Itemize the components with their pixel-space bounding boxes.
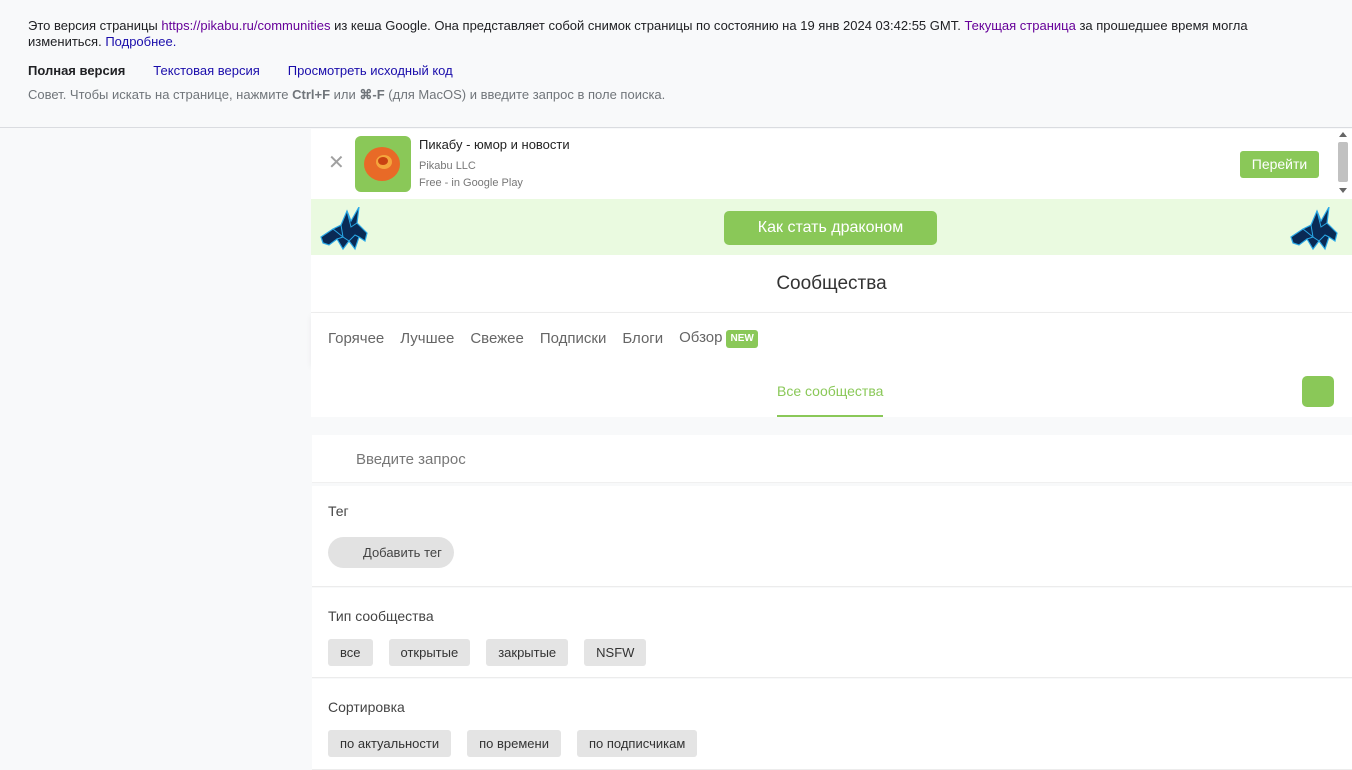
tip-or: или [330, 87, 360, 102]
tab-all-communities[interactable]: Все сообщества [777, 383, 883, 399]
scroll-thumb[interactable] [1338, 142, 1348, 182]
dragon-promo-strip: Как стать драконом [311, 199, 1352, 255]
community-type-label: Тип сообщества [328, 608, 434, 624]
close-icon[interactable]: ✕ [328, 151, 345, 175]
tip-prefix: Совет. Чтобы искать на странице, нажмите [28, 87, 293, 102]
sort-option-relevance[interactable]: по актуальности [328, 730, 452, 757]
app-store-info: Free - in Google Play [419, 177, 523, 189]
active-tab-underline [777, 415, 883, 417]
sort-option-subscribers[interactable]: по подписчикам [576, 730, 698, 757]
community-subtabs: Все сообщества [311, 364, 1352, 417]
type-option-nsfw[interactable]: NSFW [584, 639, 647, 666]
tip-suffix: (для MacOS) и введите запрос в поле поис… [384, 87, 666, 102]
nav-item-fresh[interactable]: Свежее [470, 330, 524, 347]
search-bar [312, 435, 1352, 483]
app-publisher: Pikabu LLC [419, 160, 476, 172]
tip-key-ctrl-f: Ctrl+F [292, 87, 331, 102]
nav-item-best[interactable]: Лучшее [400, 330, 454, 347]
page-title: Сообщества [776, 273, 887, 294]
sort-options: по актуальности по времени по подписчика… [328, 730, 698, 757]
cache-banner: Это версия страницы https://pikabu.ru/co… [0, 0, 1352, 128]
text-version-link[interactable]: Текстовая версия [153, 63, 259, 79]
dragon-icon [1290, 207, 1338, 251]
open-app-button[interactable]: Перейти [1240, 151, 1319, 178]
banner-scrollbar[interactable] [1334, 129, 1352, 199]
app-install-banner: ✕ Пикабу - юмор и новости Pikabu LLC Fre… [311, 129, 1352, 199]
type-option-closed[interactable]: закрытые [486, 639, 569, 666]
tag-label: Тег [328, 503, 349, 519]
scroll-down-icon[interactable] [1339, 188, 1347, 193]
community-type-options: все открытые закрытые NSFW [328, 639, 647, 666]
search-tip: Совет. Чтобы искать на странице, нажмите… [28, 87, 1324, 103]
main-content: ✕ Пикабу - юмор и новости Pikabu LLC Fre… [311, 129, 1352, 770]
full-version-label: Полная версия [28, 63, 126, 78]
nav-item-subscriptions[interactable]: Подписки [540, 330, 607, 347]
cache-notice: Это версия страницы https://pikabu.ru/co… [28, 18, 1268, 50]
version-switcher: Полная версия Текстовая версия Просмотре… [28, 63, 1324, 79]
pikabu-app-icon [355, 136, 411, 192]
type-option-open[interactable]: открытые [388, 639, 471, 666]
community-type-section: Тип сообщества все открытые закрытые NSF… [312, 588, 1352, 678]
view-source-link[interactable]: Просмотреть исходный код [288, 63, 453, 79]
current-page-link[interactable]: Текущая страница [964, 18, 1075, 33]
sort-label: Сортировка [328, 699, 405, 715]
nav-item-blogs[interactable]: Блоги [622, 330, 663, 347]
cached-url-link[interactable]: https://pikabu.ru/communities [161, 18, 330, 33]
sort-option-time[interactable]: по времени [467, 730, 561, 757]
search-input[interactable] [356, 449, 956, 469]
sort-section: Сортировка по актуальности по времени по… [312, 679, 1352, 770]
cache-notice-mid: из кеша Google. Она представляет собой с… [330, 18, 965, 33]
add-tag-button[interactable]: Добавить тег [328, 537, 454, 568]
new-badge: NEW [726, 329, 758, 348]
page-header: Сообщества [311, 255, 1352, 313]
nav-item-overview[interactable]: Обзор NEW [679, 329, 758, 348]
dragon-icon [320, 207, 368, 251]
nav-item-overview-label: Обзор [679, 329, 723, 347]
more-info-link[interactable]: Подробнее. [105, 34, 176, 49]
tip-key-cmd-f: ⌘-F [359, 87, 385, 102]
tag-filter-section: Тег Добавить тег [312, 486, 1352, 587]
nav-item-hot[interactable]: Горячее [328, 330, 384, 347]
app-title: Пикабу - юмор и новости [419, 137, 570, 152]
cache-notice-prefix: Это версия страницы [28, 18, 162, 33]
become-dragon-button[interactable]: Как стать драконом [724, 211, 937, 245]
type-option-all[interactable]: все [328, 639, 373, 666]
create-community-button[interactable] [1302, 376, 1334, 407]
main-nav: Горячее Лучшее Свежее Подписки Блоги Обз… [311, 313, 1352, 364]
scroll-up-icon[interactable] [1339, 132, 1347, 137]
